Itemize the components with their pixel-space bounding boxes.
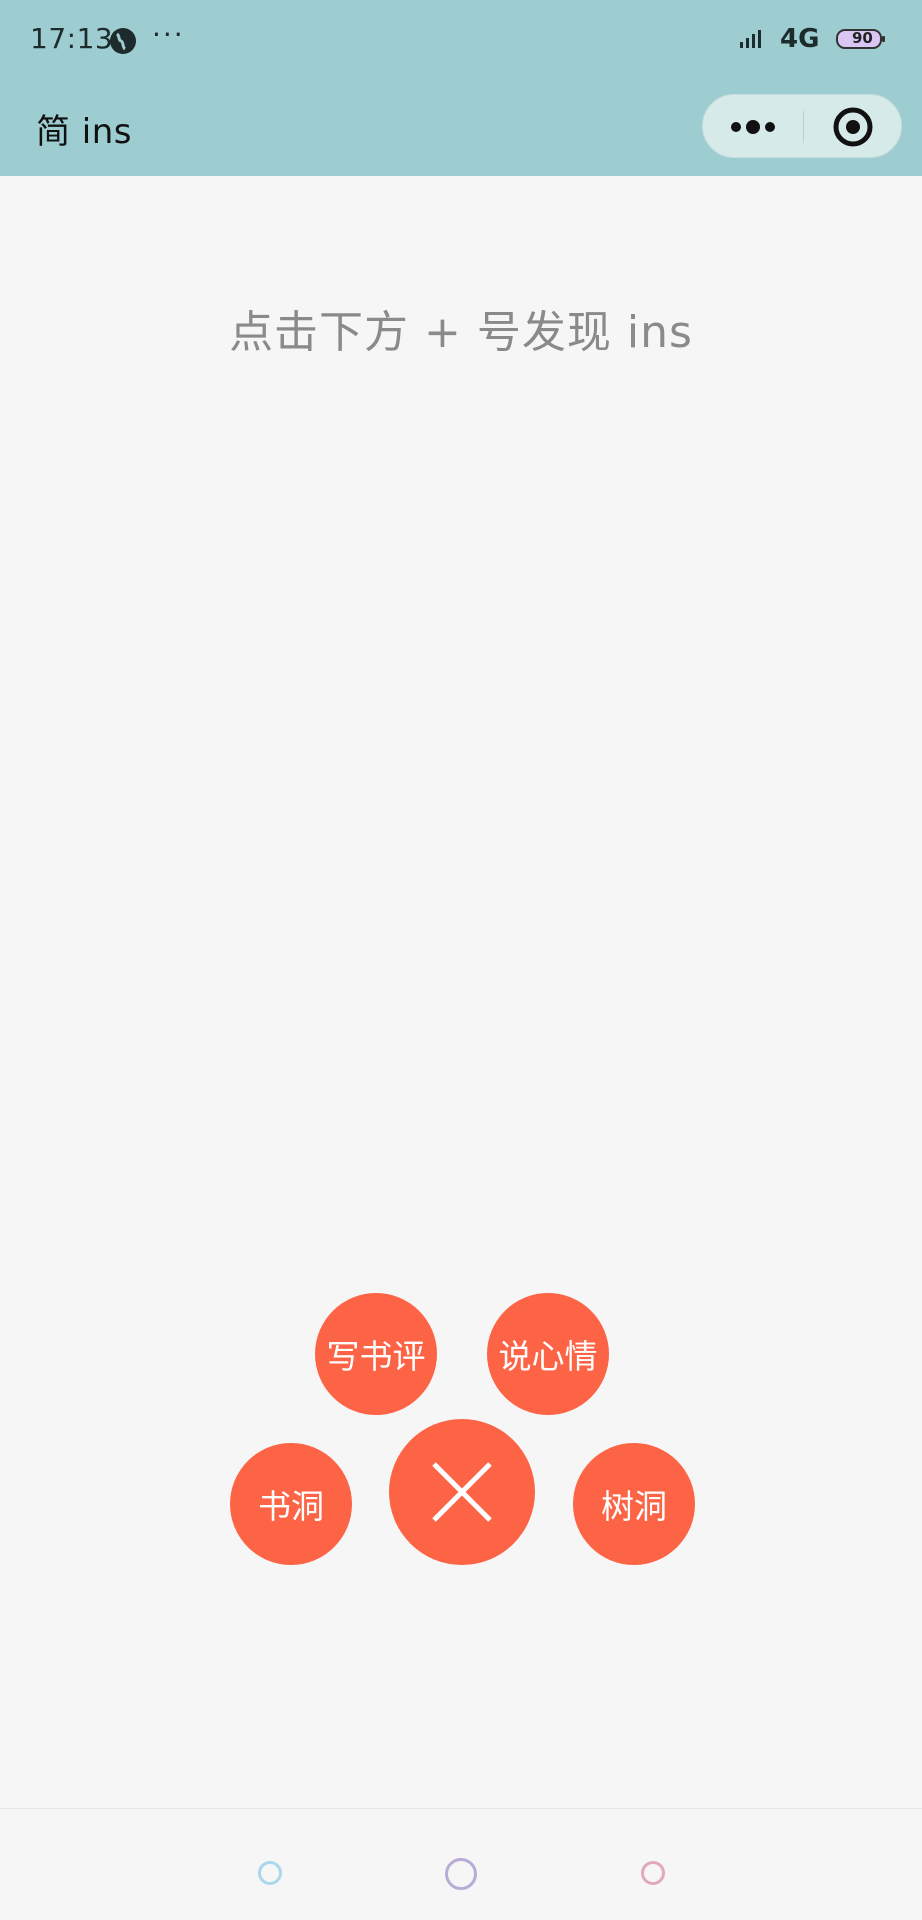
status-more-icon: ··· — [152, 18, 185, 51]
tab-2-circle-icon[interactable] — [445, 1858, 477, 1890]
write-review-label: 写书评 — [326, 1337, 426, 1376]
discover-hint: 点击下方 + 号发现 ins — [229, 307, 693, 358]
share-mood-label: 说心情 — [498, 1337, 598, 1376]
top-bar: 17:13 ··· 4G 90 简 ins — [0, 0, 922, 176]
network-type: 4G — [780, 24, 820, 54]
app-screen: 17:13 ··· 4G 90 简 ins 点击下方 + 号发现 ins 写书评… — [0, 0, 922, 1920]
tree-hole-button[interactable]: 树洞 — [573, 1443, 695, 1565]
bottom-tab-bar — [0, 1808, 922, 1920]
globe-icon — [110, 28, 136, 54]
share-mood-button[interactable]: 说心情 — [487, 1293, 609, 1415]
battery-level: 90 — [852, 29, 873, 47]
tree-hole-label: 树洞 — [601, 1487, 667, 1526]
capsule-close-button[interactable] — [803, 95, 903, 159]
capsule-more-button[interactable] — [703, 95, 803, 159]
more-dots-icon — [731, 120, 775, 134]
page-title: 简 ins — [36, 112, 133, 152]
target-circle-icon — [833, 107, 873, 147]
close-x-icon — [432, 1462, 492, 1522]
tab-1-circle-icon[interactable] — [258, 1861, 282, 1885]
book-hole-label: 书洞 — [258, 1487, 324, 1526]
signal-icon — [740, 30, 761, 48]
tab-3-circle-icon[interactable] — [641, 1861, 665, 1885]
miniapp-capsule — [702, 94, 902, 158]
status-time: 17:13 — [30, 22, 114, 55]
book-hole-button[interactable]: 书洞 — [230, 1443, 352, 1565]
close-menu-button[interactable] — [389, 1419, 535, 1565]
write-review-button[interactable]: 写书评 — [315, 1293, 437, 1415]
